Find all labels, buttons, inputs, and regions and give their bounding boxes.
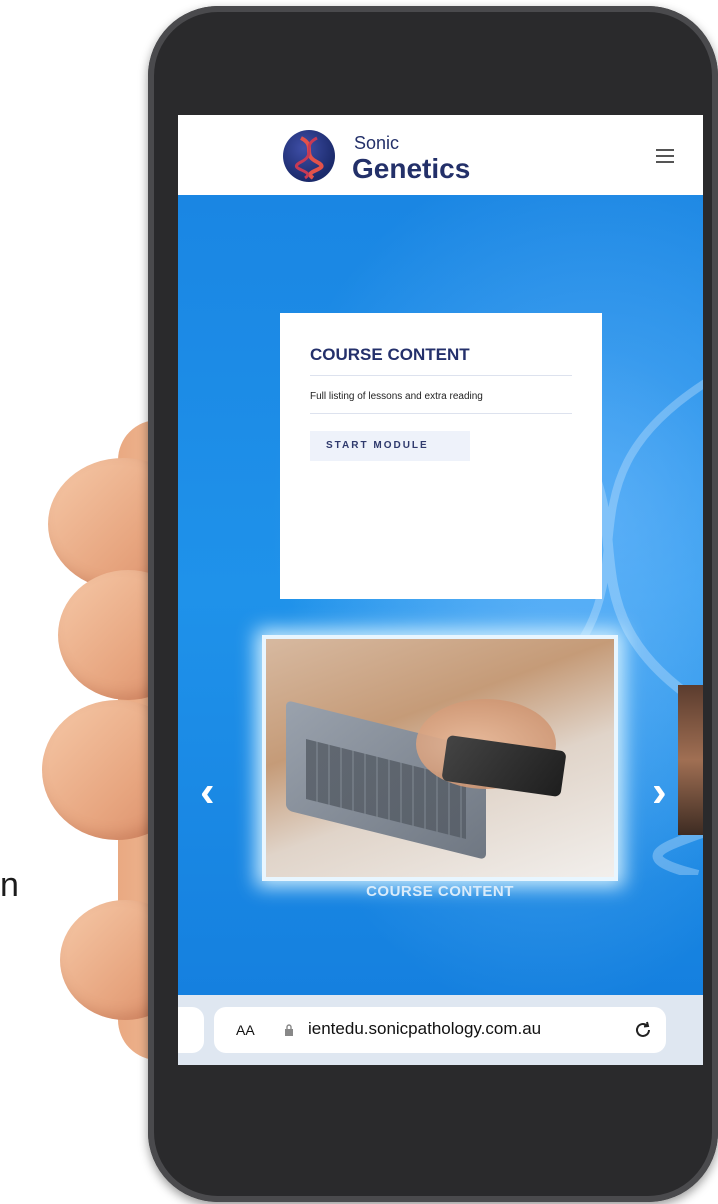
reload-icon[interactable] bbox=[632, 1019, 654, 1041]
divider bbox=[310, 413, 572, 414]
chevron-left-icon[interactable]: ‹ bbox=[200, 770, 215, 814]
lock-icon bbox=[285, 1024, 293, 1036]
carousel-slide[interactable] bbox=[262, 635, 618, 881]
dna-logo-icon[interactable] bbox=[283, 130, 335, 182]
phone-screen: Sonic Genetics COURSE CONTENT Full listi… bbox=[178, 115, 703, 1065]
divider bbox=[310, 375, 572, 376]
previous-tab-pill[interactable] bbox=[178, 1007, 204, 1053]
course-content-card: COURSE CONTENT Full listing of lessons a… bbox=[280, 313, 602, 599]
text-size-button[interactable]: AA bbox=[236, 1022, 255, 1038]
start-module-button[interactable]: START MODULE bbox=[310, 431, 470, 461]
card-title: COURSE CONTENT bbox=[310, 345, 470, 364]
hamburger-menu-icon[interactable] bbox=[656, 149, 674, 163]
browser-address-bar: AA ientedu.sonicpathology.com.au bbox=[178, 995, 703, 1065]
site-header: Sonic Genetics bbox=[178, 115, 703, 195]
url-text[interactable]: ientedu.sonicpathology.com.au bbox=[308, 1019, 541, 1039]
slide-image bbox=[266, 639, 614, 877]
next-slide-peek[interactable] bbox=[678, 685, 703, 835]
brand-large: Genetics bbox=[352, 153, 471, 184]
url-field[interactable]: AA ientedu.sonicpathology.com.au bbox=[214, 1007, 666, 1053]
chevron-right-icon[interactable]: › bbox=[652, 770, 667, 814]
stray-character: n bbox=[0, 866, 19, 904]
card-description: Full listing of lessons and extra readin… bbox=[310, 391, 483, 402]
slide-caption[interactable]: COURSE CONTENT bbox=[262, 883, 618, 900]
brand-small: Sonic bbox=[354, 133, 400, 153]
